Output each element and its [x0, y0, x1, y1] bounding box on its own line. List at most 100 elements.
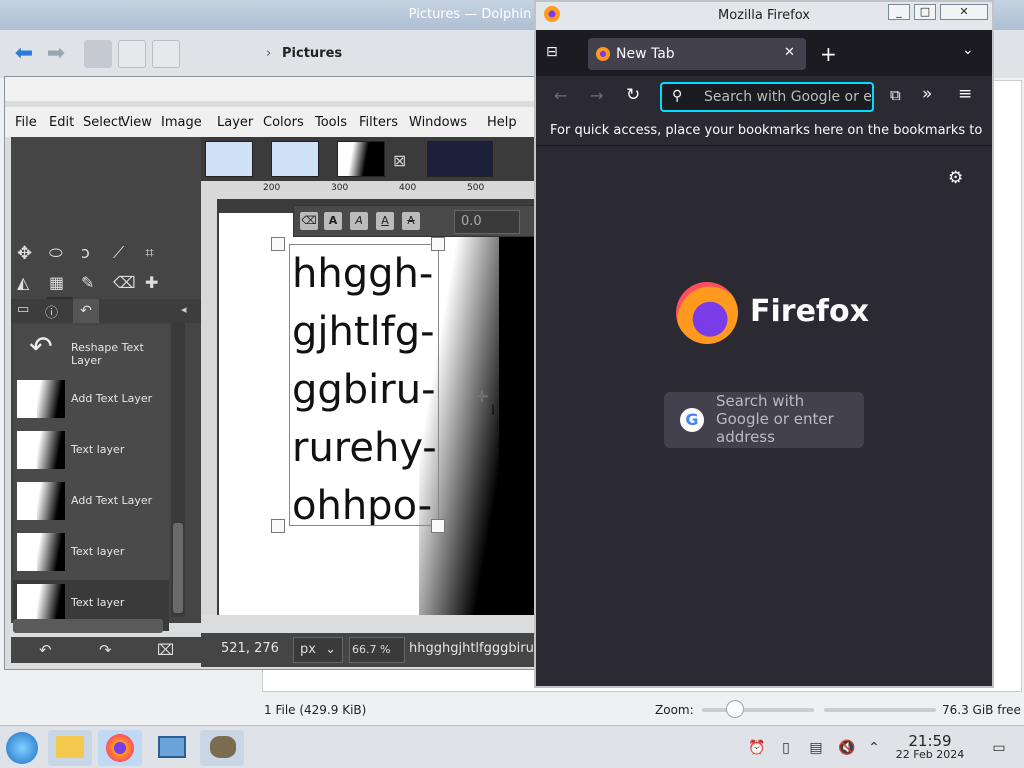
- resize-handle[interactable]: [431, 237, 445, 251]
- zoom-slider-track[interactable]: [702, 708, 814, 712]
- eraser-icon[interactable]: ⌫: [113, 273, 136, 292]
- printer-icon[interactable]: ▤: [808, 740, 824, 756]
- close-tab-icon[interactable]: ⊠: [393, 151, 406, 170]
- dock-menu-icon[interactable]: ◂: [181, 303, 187, 316]
- forward-icon[interactable]: ➡: [42, 40, 70, 68]
- menu-filters[interactable]: Filters: [359, 115, 398, 130]
- firefox-task-icon[interactable]: [98, 730, 142, 766]
- zoom-slider-handle[interactable]: [726, 700, 744, 718]
- overflow-chevron-icon[interactable]: »: [922, 84, 932, 104]
- details-view-button[interactable]: [152, 40, 180, 68]
- history-label: Text layer: [71, 545, 125, 558]
- tab-new-tab[interactable]: New Tab ✕: [588, 38, 806, 70]
- image-tab-4[interactable]: [427, 141, 493, 177]
- page-search-box[interactable]: G Search with Google or enter address: [664, 392, 864, 448]
- paintbrush-icon[interactable]: ✎: [81, 273, 101, 292]
- forward-icon[interactable]: →: [590, 86, 603, 105]
- baseline-spinner[interactable]: 0.0: [454, 210, 520, 234]
- close-button[interactable]: ✕: [940, 4, 988, 20]
- undo-history-tab[interactable]: ↶: [73, 299, 99, 323]
- search-prompt-line: Google or enter: [716, 410, 834, 428]
- unit-value: px: [300, 642, 316, 657]
- clipboard-icon[interactable]: ▯: [778, 740, 794, 756]
- new-tab-button[interactable]: +: [820, 42, 837, 66]
- menu-image[interactable]: Image: [161, 115, 202, 130]
- history-item[interactable]: Add Text Layer: [13, 478, 169, 529]
- url-bar[interactable]: ⚲ Search with Google or e: [660, 82, 874, 112]
- menu-view[interactable]: View: [121, 115, 152, 130]
- resize-handle[interactable]: [431, 519, 445, 533]
- gimp-task-icon[interactable]: [200, 730, 244, 766]
- underline-button[interactable]: A: [376, 212, 394, 230]
- compact-view-button[interactable]: [118, 40, 146, 68]
- show-desktop-icon[interactable]: ▭: [990, 740, 1008, 756]
- ruler-mark: 400: [399, 183, 417, 193]
- blend-icon[interactable]: ▦: [49, 273, 69, 292]
- history-scroll-thumb[interactable]: [173, 523, 183, 613]
- ellipse-select-icon[interactable]: ⬭: [49, 243, 69, 262]
- menu-select[interactable]: Select: [83, 115, 123, 130]
- menu-layer[interactable]: Layer: [217, 115, 253, 130]
- menu-tools[interactable]: Tools: [315, 115, 347, 130]
- file-count: 1 File (429.9 KiB): [264, 703, 367, 717]
- bold-button[interactable]: A: [324, 212, 342, 230]
- image-tab-2[interactable]: [271, 141, 319, 177]
- breadcrumb[interactable]: Pictures: [282, 46, 342, 61]
- history-item[interactable]: Text layer: [13, 529, 169, 580]
- history-hscroll[interactable]: [13, 619, 163, 633]
- redo-icon[interactable]: ↷: [99, 641, 112, 659]
- image-tab-1[interactable]: [205, 141, 253, 177]
- hamburger-menu-icon[interactable]: ≡: [958, 84, 972, 104]
- menu-help[interactable]: Help: [487, 115, 517, 130]
- resize-handle[interactable]: [271, 519, 285, 533]
- gear-icon[interactable]: ⚙: [948, 168, 963, 188]
- clear-style-icon[interactable]: ⌫: [300, 212, 318, 230]
- notifications-icon[interactable]: ⏰: [748, 740, 765, 756]
- system-monitor-task-icon[interactable]: [150, 730, 194, 766]
- reload-icon[interactable]: ↻: [626, 85, 640, 105]
- gimp-titlebar[interactable]: [5, 77, 537, 101]
- menu-windows[interactable]: Windows: [409, 115, 467, 130]
- menu-edit[interactable]: Edit: [49, 115, 74, 130]
- minimize-button[interactable]: _: [888, 4, 910, 20]
- image-tab-3[interactable]: [337, 141, 385, 177]
- clock-date[interactable]: 22 Feb 2024: [882, 748, 978, 761]
- tool-options-icon[interactable]: ⓘ: [45, 302, 58, 321]
- crop-icon[interactable]: ⌗: [145, 243, 165, 262]
- menu-colors[interactable]: Colors: [263, 115, 304, 130]
- lasso-icon[interactable]: ↄ: [81, 243, 101, 262]
- fuzzy-select-icon[interactable]: ⟋: [113, 243, 133, 262]
- file-manager-task-icon[interactable]: [48, 730, 92, 766]
- volume-muted-icon[interactable]: 🔇: [838, 740, 855, 756]
- icons-view-button[interactable]: [84, 40, 112, 68]
- text-layer-box[interactable]: hhggh-gjhtlfg-ggbiru-rurehy-ohhpo-: [289, 244, 439, 526]
- history-item[interactable]: Add Text Layer: [13, 376, 169, 427]
- menu-file[interactable]: File: [15, 115, 37, 130]
- tab-overview-icon[interactable]: ⊟: [546, 44, 558, 60]
- tab-strip: ⊟ New Tab ✕ + ⌄: [536, 30, 992, 76]
- resize-handle[interactable]: [271, 237, 285, 251]
- italic-button[interactable]: A: [350, 212, 368, 230]
- taskbar: ⏰ ▯ ▤ 🔇 ⌃ 21:59 22 Feb 2024 ▭: [0, 725, 1024, 768]
- device-status-icon[interactable]: ▭: [17, 302, 29, 317]
- undo-icon[interactable]: ↶: [39, 641, 52, 659]
- maximize-button[interactable]: □: [914, 4, 936, 20]
- zoom-select[interactable]: 66.7 %: [349, 637, 405, 663]
- unit-select[interactable]: px ⌄: [293, 637, 343, 663]
- chevron-up-icon[interactable]: ⌃: [866, 740, 882, 756]
- list-tabs-icon[interactable]: ⌄: [962, 42, 974, 58]
- close-icon[interactable]: ✕: [784, 45, 795, 60]
- back-icon[interactable]: ←: [554, 86, 567, 105]
- extensions-icon[interactable]: ⧉: [890, 86, 901, 104]
- strikethrough-button[interactable]: A: [402, 212, 420, 230]
- start-menu-icon[interactable]: [6, 732, 38, 764]
- back-icon[interactable]: ⬅: [10, 40, 38, 68]
- ruler-mark: 200: [263, 183, 281, 193]
- clear-history-icon[interactable]: ⌧: [157, 641, 174, 659]
- history-item[interactable]: ↶ Reshape Text Layer: [13, 325, 169, 376]
- move-tool-icon[interactable]: ✥: [17, 243, 37, 264]
- bucket-fill-icon[interactable]: ◭: [17, 273, 37, 292]
- heal-icon[interactable]: ✚: [145, 273, 165, 292]
- history-item[interactable]: Text layer: [13, 427, 169, 478]
- history-scrollbar[interactable]: [171, 323, 185, 617]
